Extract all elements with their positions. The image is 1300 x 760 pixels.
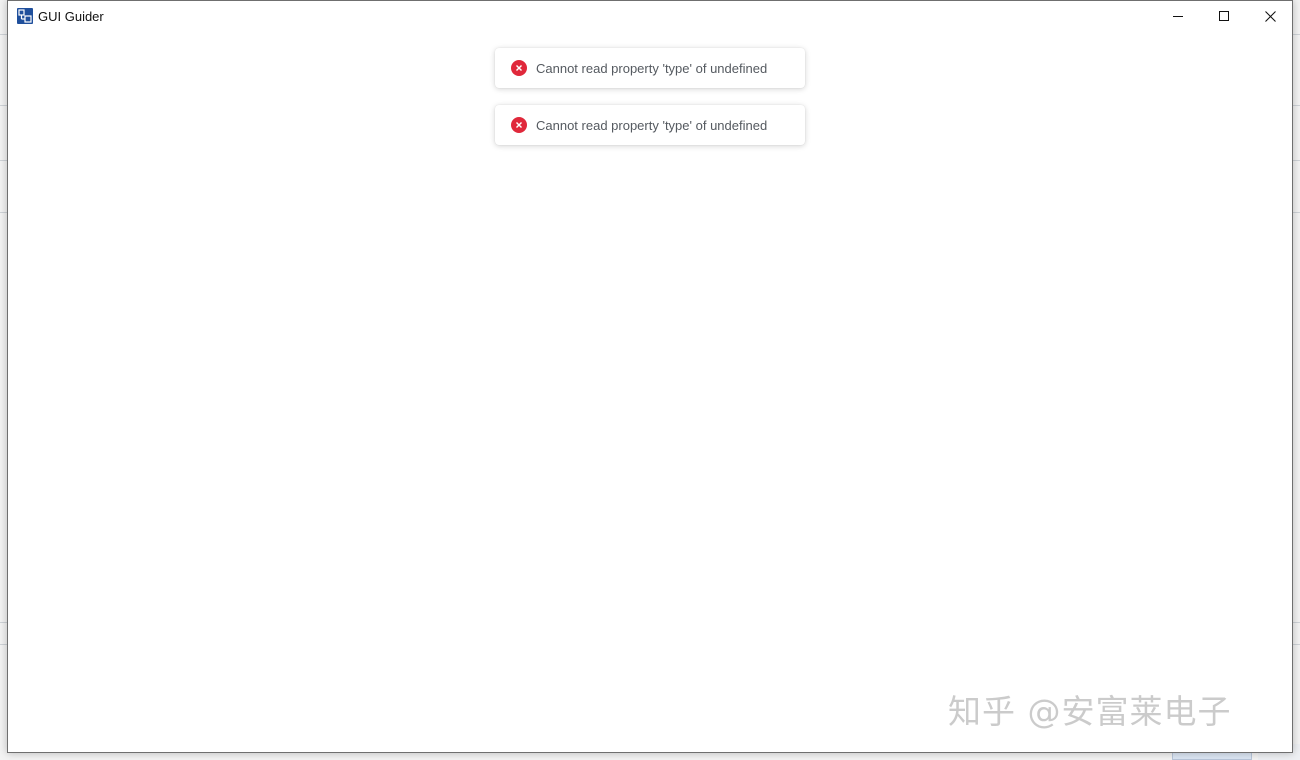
error-message: Cannot read property 'type' of undefined	[536, 60, 768, 76]
watermark: 知乎 @安富莱电子	[948, 692, 1232, 731]
close-button[interactable]	[1247, 1, 1293, 31]
error-message: Cannot read property 'type' of undefined	[536, 117, 768, 133]
title-bar[interactable]: GUI Guider	[8, 1, 1292, 31]
error-toast: Cannot read property 'type' of undefined	[495, 48, 805, 88]
app-window: GUI Guider Cannot read property 'type' o…	[7, 0, 1293, 753]
close-icon	[1264, 10, 1276, 22]
maximize-icon	[1219, 11, 1229, 21]
error-icon	[511, 60, 527, 76]
error-icon	[511, 117, 527, 133]
minimize-button[interactable]	[1155, 1, 1201, 31]
window-title: GUI Guider	[38, 9, 104, 24]
maximize-button[interactable]	[1201, 1, 1247, 31]
app-logo-icon	[17, 8, 33, 24]
error-toast: Cannot read property 'type' of undefined	[495, 105, 805, 145]
minimize-icon	[1173, 16, 1183, 17]
